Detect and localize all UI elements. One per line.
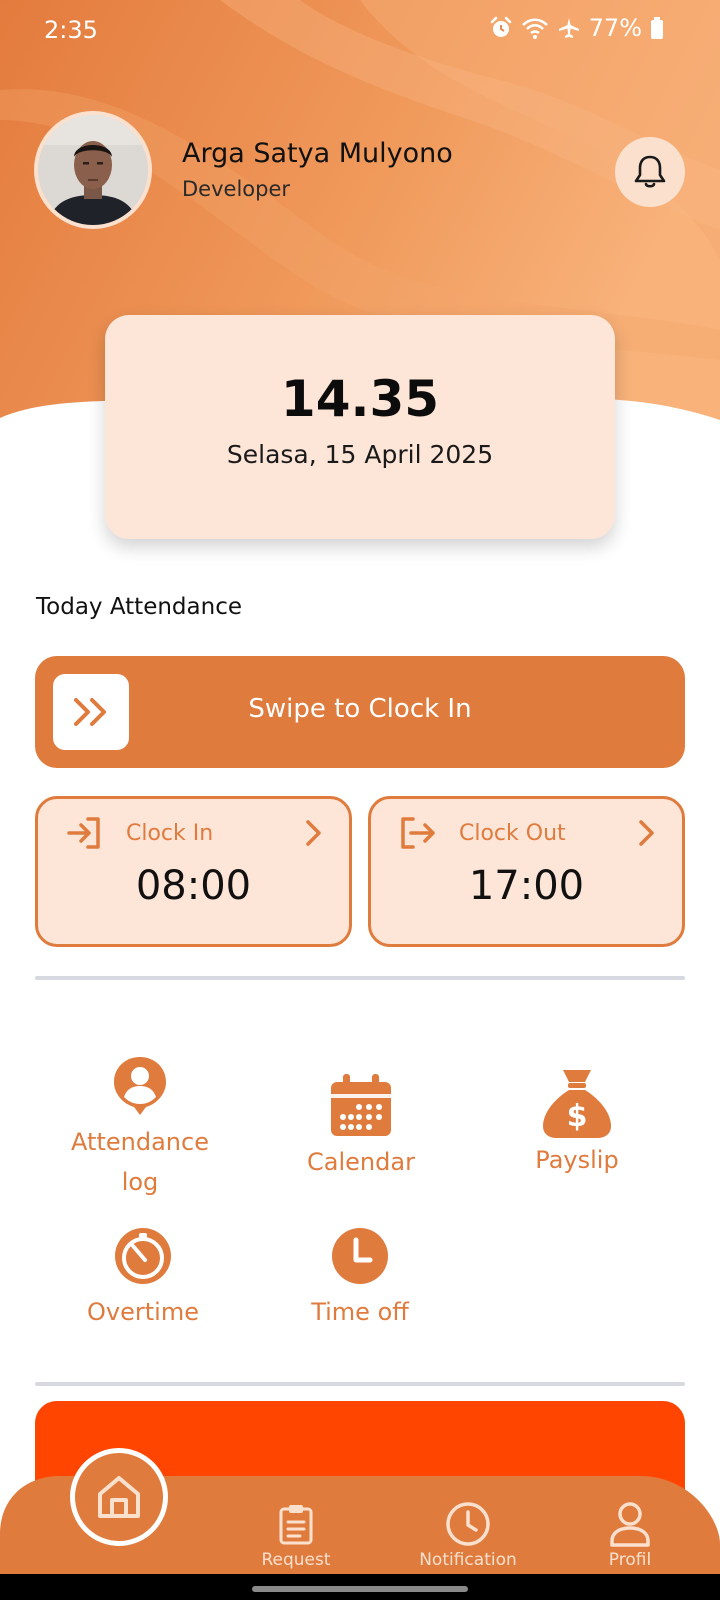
section-title-today-attendance: Today Attendance bbox=[36, 594, 242, 620]
clipboard-icon bbox=[279, 1505, 313, 1545]
swipe-label: Swipe to Clock In bbox=[248, 694, 472, 724]
nav-profil[interactable]: Profil bbox=[560, 1500, 700, 1570]
home-icon bbox=[98, 1476, 140, 1518]
menu-overtime[interactable]: Overtime bbox=[53, 1220, 233, 1332]
nav-profil-label: Profil bbox=[608, 1550, 652, 1570]
nav-request[interactable]: Request bbox=[226, 1500, 366, 1570]
chevron-right-icon bbox=[639, 820, 654, 846]
user-name: Arga Satya Mulyono bbox=[182, 138, 453, 169]
bell-icon bbox=[634, 155, 666, 188]
status-time: 2:35 bbox=[44, 16, 98, 44]
user-role: Developer bbox=[182, 177, 291, 201]
clock-out-time: 17:00 bbox=[468, 863, 585, 909]
login-icon bbox=[67, 817, 100, 849]
menu-time-off[interactable]: Time off bbox=[270, 1220, 450, 1332]
menu-calendar-label: Calendar bbox=[307, 1148, 415, 1176]
clock-in-time: 08:00 bbox=[135, 863, 252, 909]
battery-icon bbox=[651, 17, 663, 39]
menu-payslip[interactable]: $ Payslip bbox=[487, 1068, 667, 1180]
swipe-to-clock-in-slider[interactable]: Swipe to Clock In bbox=[35, 656, 685, 768]
divider bbox=[35, 1382, 685, 1386]
status-icons: 77% bbox=[489, 14, 664, 42]
clock-icon bbox=[332, 1228, 388, 1284]
calendar-icon bbox=[331, 1074, 391, 1136]
clock-in-label: Clock In bbox=[126, 820, 214, 846]
clock-icon bbox=[446, 1502, 490, 1546]
notification-bell-button[interactable] bbox=[615, 137, 685, 207]
menu-attendance-log-label-line2: log bbox=[121, 1168, 159, 1196]
nav-home-button[interactable] bbox=[70, 1448, 168, 1546]
menu-time-off-label: Time off bbox=[311, 1298, 409, 1326]
current-time: 14.35 bbox=[280, 370, 440, 428]
divider bbox=[35, 976, 685, 980]
logout-icon bbox=[401, 817, 435, 849]
alarm-icon bbox=[490, 16, 511, 37]
nav-notification-label: Notification bbox=[419, 1550, 517, 1570]
stopwatch-icon bbox=[115, 1228, 171, 1284]
clock-in-card[interactable]: Clock In 08:00 bbox=[35, 796, 352, 947]
menu-payslip-label: Payslip bbox=[535, 1146, 619, 1174]
airplane-icon bbox=[558, 18, 579, 38]
menu-attendance-log-label-line1: Attendance bbox=[71, 1128, 209, 1156]
clock-out-label: Clock Out bbox=[459, 820, 566, 846]
menu-calendar[interactable]: Calendar bbox=[271, 1070, 451, 1182]
home-gesture-handle[interactable] bbox=[252, 1586, 468, 1592]
chevron-right-icon bbox=[306, 820, 321, 846]
menu-overtime-label: Overtime bbox=[87, 1298, 199, 1326]
clock-out-card[interactable]: Clock Out 17:00 bbox=[368, 796, 685, 947]
current-date: Selasa, 15 April 2025 bbox=[226, 440, 494, 469]
svg-text:$: $ bbox=[567, 1099, 588, 1134]
nav-request-label: Request bbox=[261, 1550, 331, 1570]
user-location-icon bbox=[114, 1057, 166, 1115]
avatar[interactable] bbox=[34, 111, 152, 229]
battery-percent: 77% bbox=[588, 14, 642, 42]
menu-attendance-log[interactable]: Attendance log bbox=[50, 1050, 230, 1202]
money-bag-icon: $ bbox=[543, 1070, 611, 1138]
wifi-icon bbox=[521, 18, 548, 39]
status-bar: 2:35 77% bbox=[0, 0, 720, 60]
current-time-card: 14.35 Selasa, 15 April 2025 bbox=[105, 315, 615, 539]
avatar-photo bbox=[38, 115, 148, 225]
nav-notification[interactable]: Notification bbox=[398, 1500, 538, 1570]
person-icon bbox=[610, 1502, 650, 1547]
